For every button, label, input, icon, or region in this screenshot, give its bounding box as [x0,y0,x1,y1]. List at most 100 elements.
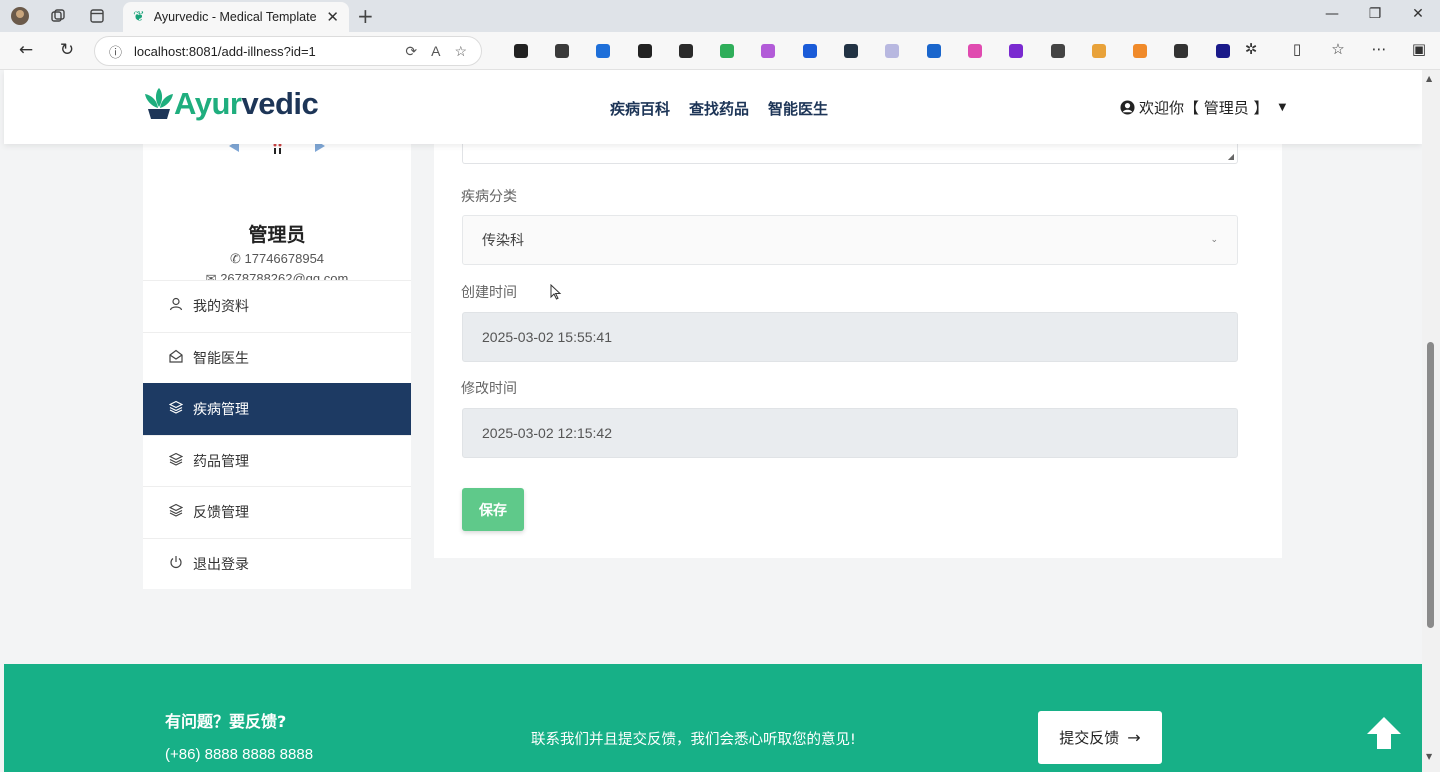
extension-2-icon[interactable] [541,41,582,61]
sidebar-item-label: 疾病管理 [193,402,249,419]
user-icon [167,297,185,315]
extension-swatch [1174,44,1189,58]
read-aloud-icon[interactable]: A [431,43,440,59]
created-time-field[interactable]: 2025-03-02 15:55:41 [462,312,1238,362]
extensions-puzzle-icon[interactable]: ✲ [1238,40,1264,58]
save-button[interactable]: 保存 [462,488,524,531]
nav-illness-encyclopedia[interactable]: 疾病百科 [610,98,670,119]
extension-16-icon[interactable] [1119,41,1160,61]
extension-3-icon[interactable] [583,41,624,61]
power-icon [167,555,185,573]
reload-icon[interactable]: ↻ [55,40,79,62]
created-time-label: 创建时间 [461,285,517,301]
sidebar-item-illness-management[interactable]: 疾病管理 [143,383,411,435]
more-menu-icon[interactable]: ⋯ [1366,40,1392,58]
leaf-logo-icon [145,88,173,119]
sidebar-item-logout[interactable]: 退出登录 [143,537,411,590]
sidebar-item-feedback-management[interactable]: 反馈管理 [143,486,411,538]
extension-11-icon[interactable] [913,41,954,61]
extension-5-icon[interactable] [665,41,706,61]
sidebar-item-drug-management[interactable]: 药品管理 [143,434,411,487]
extension-8-icon[interactable] [789,41,830,61]
extension-swatch [596,44,611,58]
url-text: localhost:8081/add-illness?id=1 [134,43,316,59]
extension-swatch [678,44,693,58]
address-bar[interactable]: ⓘ localhost:8081/add-illness?id=1 ⟳ A ☆ [94,36,482,66]
extension-swatch [885,44,900,58]
mouse-cursor-icon [550,284,562,300]
logo-text: Ayurvedic [174,86,319,122]
extension-swatch [1009,44,1024,58]
close-tab-icon[interactable]: ✕ [326,8,339,26]
footer-message: 联系我们并且提交反馈，我们会悉心听取您的意见! [531,732,856,748]
category-select[interactable]: 传染科 ⌄ [462,215,1238,265]
layers-icon [167,503,185,521]
user-greeting: 欢迎你【 管理员 】 [1139,99,1269,117]
workspaces-icon[interactable] [46,5,70,27]
nav-find-drugs[interactable]: 查找药品 [689,98,749,119]
scroll-up-icon[interactable]: ▲ [1426,74,1432,83]
restore-icon[interactable]: ❐ [1360,6,1390,22]
scrollbar-thumb[interactable] [1427,342,1434,628]
resize-grip-icon[interactable]: ◢ [1228,152,1234,161]
main-nav: 疾病百科 查找药品 智能医生 [610,98,828,119]
logo-text-green: Ayur [174,86,242,121]
sidebar-toggle-icon[interactable]: ▣ [1406,40,1432,58]
arrow-right-icon: → [1127,728,1141,747]
extension-13-icon[interactable] [996,41,1037,61]
user-circle-icon [1120,100,1135,115]
sidebar-item-profile[interactable]: 我的资料 [143,280,411,332]
favorites-icon[interactable]: ☆ [1325,40,1351,58]
extension-swatch [554,44,569,58]
extensions-row [500,41,1243,61]
favorite-star-icon[interactable]: ☆ [454,43,467,60]
info-icon[interactable]: ⓘ [109,42,122,61]
category-label: 疾病分类 [461,189,517,205]
split-screen-icon[interactable]: ▯ [1284,40,1310,58]
modified-time-value: 2025-03-02 12:15:42 [482,425,612,441]
profile-name: 管理员 [248,224,306,246]
nav-smart-doctor[interactable]: 智能医生 [768,98,828,119]
site-header: Ayurvedic 疾病百科 查找药品 智能医生 欢迎你【 管理员 】 ▼ [4,70,1422,144]
logo-text-dark: vedic [241,86,319,121]
modified-time-field[interactable]: 2025-03-02 12:15:42 [462,408,1238,458]
extension-swatch [1050,44,1065,58]
tab-actions-icon[interactable] [85,5,109,27]
extension-12-icon[interactable] [954,41,995,61]
extension-swatch [720,44,735,58]
translate-icon[interactable]: ⟳ [405,43,417,60]
close-window-icon[interactable]: ✕ [1403,6,1433,22]
active-tab[interactable]: ❦ Ayurvedic - Medical Template ✕ [123,2,349,32]
modified-time-label: 修改时间 [461,381,517,397]
extension-swatch [926,44,941,58]
phone-icon: ✆ [229,251,241,266]
layers-icon [167,452,185,470]
back-to-top-arrow-icon[interactable] [1366,716,1402,750]
extension-4-icon[interactable] [624,41,665,61]
site-logo[interactable]: Ayurvedic [144,86,319,122]
illness-form-card: ◢ 疾病分类 传染科 ⌄ 创建时间 2025-03-02 15:55:41 修改… [434,114,1282,558]
extension-7-icon[interactable] [748,41,789,61]
sidebar-item-smart-doctor[interactable]: 智能医生 [143,331,411,384]
envelope-open-icon [167,349,185,367]
profile-avatar-icon[interactable] [8,5,32,27]
extension-9-icon[interactable] [830,41,871,61]
minimize-icon[interactable]: — [1317,6,1347,22]
extension-1-icon[interactable] [500,41,541,61]
sidebar-item-label: 智能医生 [193,350,249,367]
page-viewport: 管理员 ✆ 17746678954 ✉ 2678788262@qq.com 我的… [0,70,1422,772]
submit-feedback-label: 提交反馈 [1059,729,1120,747]
extension-17-icon[interactable] [1161,41,1202,61]
new-tab-icon[interactable]: + [357,4,374,28]
extension-6-icon[interactable] [706,41,747,61]
extension-15-icon[interactable] [1078,41,1119,61]
submit-feedback-button[interactable]: 提交反馈 → [1038,711,1162,764]
extension-14-icon[interactable] [1037,41,1078,61]
extension-10-icon[interactable] [872,41,913,61]
page-scrollbar[interactable]: ▲ ▼ [1422,70,1440,772]
footer-phone: (+86) 8888 8888 8888 [165,746,314,763]
scroll-down-icon[interactable]: ▼ [1426,752,1432,761]
extension-swatch [761,44,776,58]
user-menu[interactable]: 欢迎你【 管理员 】 ▼ [1120,97,1286,118]
back-arrow-icon[interactable]: ← [14,40,38,62]
